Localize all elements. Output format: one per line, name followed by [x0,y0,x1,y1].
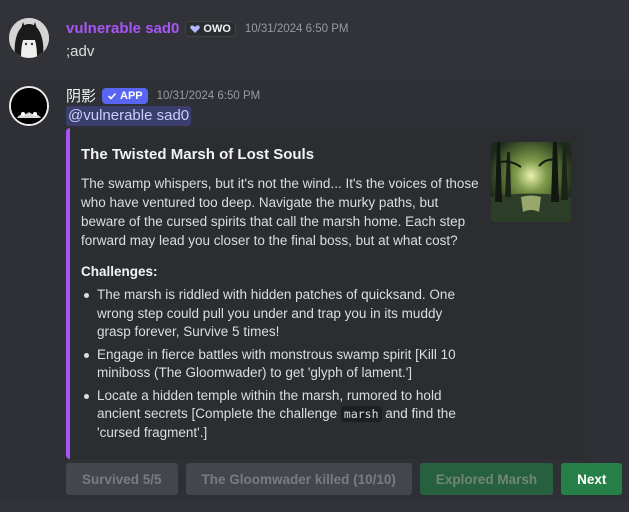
message-content: ;adv [66,43,95,60]
challenges-heading: Challenges: [81,264,158,279]
user-avatar[interactable] [9,18,49,58]
heart-badge-icon [190,24,201,33]
app-badge: APP [102,87,148,104]
survived-button[interactable]: Survived 5/5 [66,463,178,495]
message-header: 阴影 APP 10/31/2024 6:50 PM [66,85,260,106]
challenges-list: The marsh is riddled with hidden patches… [81,286,476,446]
checkmark-icon [107,92,117,100]
app-badge-label: APP [120,89,143,102]
chat-background [0,500,629,512]
message-user-command: vulnerable sad0 OWO 10/31/2024 6:50 PM ;… [0,0,629,79]
bot-username[interactable]: 阴影 [66,85,96,106]
gloomwader-killed-button[interactable]: The Gloomwader killed (10/10) [185,463,412,495]
timestamp: 10/31/2024 6:50 PM [244,22,349,35]
embed-card: The Twisted Marsh of Lost Souls The swam… [66,128,585,459]
timestamp: 10/31/2024 6:50 PM [156,89,261,102]
username[interactable]: vulnerable sad0 [66,20,179,37]
action-row: Survived 5/5 The Gloomwader killed (10/1… [66,463,623,495]
clan-tag-label: OWO [203,22,231,35]
embed-description: The swamp whispers, but it's not the win… [81,176,479,248]
user-mention[interactable]: @vulnerable sad0 [66,106,192,126]
swamp-thumbnail-icon [491,142,571,222]
list-item: The marsh is riddled with hidden patches… [81,286,476,342]
explored-marsh-button[interactable]: Explored Marsh [419,463,554,495]
next-button[interactable]: Next [561,463,623,495]
list-item: Engage in fierce battles with monstrous … [81,346,476,383]
clan-tag[interactable]: OWO [185,20,236,37]
embed-title: The Twisted Marsh of Lost Souls [81,146,315,163]
bot-avatar-icon [11,88,47,124]
embed-thumbnail[interactable] [491,142,571,222]
list-item: Locate a hidden temple within the marsh,… [81,387,476,443]
message-header: vulnerable sad0 OWO 10/31/2024 6:50 PM [66,20,348,37]
inline-code: marsh [340,406,382,422]
anime-girl-avatar-icon [9,18,49,58]
message-bot-response: 阴影 APP 10/31/2024 6:50 PM @vulnerable sa… [0,79,629,500]
bot-avatar[interactable] [9,86,49,126]
